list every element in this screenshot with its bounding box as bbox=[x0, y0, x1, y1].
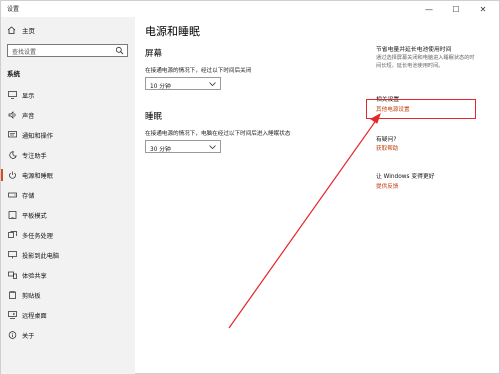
window-title: 设置 bbox=[7, 6, 20, 13]
sidebar-item-display[interactable]: 显示 bbox=[1, 85, 135, 105]
highlight-box bbox=[366, 99, 476, 119]
get-help-link[interactable]: 获取帮助 bbox=[376, 144, 398, 152]
sidebar-nav: 显示 声音 通知和操作 专注助手 电源和睡眠 存储 平板模式 多任务处理 投影到… bbox=[1, 85, 135, 345]
screen-timeout-value: 10 分钟 bbox=[150, 83, 171, 90]
sidebar-item-shared-experiences[interactable]: 体验共享 bbox=[1, 265, 135, 285]
close-button[interactable]: ✕ bbox=[471, 1, 495, 17]
sidebar-item-remote-desktop[interactable]: 远程桌面 bbox=[1, 305, 135, 325]
close-icon: ✕ bbox=[479, 4, 487, 14]
give-feedback-link[interactable]: 提供反馈 bbox=[376, 182, 398, 190]
tablet-icon bbox=[8, 211, 17, 219]
sidebar-item-label: 通知和操作 bbox=[22, 133, 53, 140]
sidebar-item-label: 投影到此电脑 bbox=[22, 253, 60, 260]
clipboard-icon bbox=[9, 291, 16, 299]
moon-icon bbox=[9, 151, 17, 159]
sidebar-item-tablet-mode[interactable]: 平板模式 bbox=[1, 205, 135, 225]
sidebar-item-label: 声音 bbox=[22, 113, 35, 120]
monitor-icon bbox=[8, 91, 17, 99]
sleep-section-heading: 睡眠 bbox=[145, 112, 163, 122]
screen-section-heading: 屏幕 bbox=[145, 49, 163, 59]
remote-icon bbox=[8, 311, 17, 319]
home-icon bbox=[7, 26, 16, 34]
project-icon bbox=[8, 251, 17, 259]
chevron-down-icon bbox=[209, 82, 216, 87]
sidebar-item-label: 专注助手 bbox=[22, 153, 47, 160]
speaker-icon bbox=[8, 111, 16, 119]
feedback-title: 让 Windows 变得更好 bbox=[376, 174, 435, 180]
search-icon[interactable] bbox=[115, 46, 124, 55]
help-title: 有疑问? bbox=[376, 137, 397, 143]
storage-icon bbox=[8, 192, 17, 198]
sidebar-item-label: 体验共享 bbox=[22, 273, 47, 280]
sidebar-item-multitasking[interactable]: 多任务处理 bbox=[1, 225, 135, 245]
sidebar-item-sound[interactable]: 声音 bbox=[1, 105, 135, 125]
settings-window: 设置 — ☐ ✕ 主页 查找设置 系统 显示 声音 通知和操作 专注助手 电源和… bbox=[0, 0, 500, 374]
page-title: 电源和睡眠 bbox=[145, 25, 200, 38]
right-pane: 节省电量并延长电池使用时间 通过选择屏幕关闭和电脑进入睡眠状态的时间长短，延长电… bbox=[376, 17, 496, 374]
minimize-icon: — bbox=[425, 4, 433, 14]
sidebar-item-label: 存储 bbox=[22, 193, 35, 200]
notification-icon bbox=[8, 131, 17, 138]
screen-timeout-dropdown[interactable]: 10 分钟 bbox=[145, 77, 221, 90]
title-bar: 设置 — ☐ ✕ bbox=[1, 1, 500, 17]
info-icon bbox=[8, 331, 17, 339]
sidebar-item-label: 多任务处理 bbox=[22, 233, 53, 240]
sidebar-item-project[interactable]: 投影到此电脑 bbox=[1, 245, 135, 265]
battery-tip-title: 节省电量并延长电池使用时间 bbox=[376, 47, 452, 53]
maximize-icon: ☐ bbox=[452, 4, 460, 14]
sidebar-item-notifications[interactable]: 通知和操作 bbox=[1, 125, 135, 145]
sidebar: 主页 查找设置 系统 显示 声音 通知和操作 专注助手 电源和睡眠 存储 平板模… bbox=[1, 17, 135, 374]
search-placeholder: 查找设置 bbox=[12, 49, 37, 56]
sidebar-item-label: 远程桌面 bbox=[22, 313, 47, 320]
maximize-button[interactable]: ☐ bbox=[444, 1, 468, 17]
sidebar-item-power-sleep[interactable]: 电源和睡眠 bbox=[1, 165, 135, 185]
sidebar-item-label: 平板模式 bbox=[22, 213, 47, 220]
sidebar-item-label: 显示 bbox=[22, 93, 35, 100]
search-input[interactable]: 查找设置 bbox=[7, 44, 128, 57]
battery-tip-text: 通过选择屏幕关闭和电脑进入睡眠状态的时间长短，延长电池使用时间。 bbox=[376, 55, 475, 69]
screen-timeout-description: 在接通电源的情况下，经过以下时间后关闭 bbox=[145, 68, 252, 74]
section-label: 系统 bbox=[7, 70, 20, 78]
sidebar-item-label: 关于 bbox=[22, 333, 35, 340]
sidebar-item-about[interactable]: 关于 bbox=[1, 325, 135, 345]
sleep-timeout-value: 30 分钟 bbox=[150, 146, 171, 153]
sidebar-item-label: 剪贴板 bbox=[22, 293, 41, 300]
home-nav-item[interactable]: 主页 bbox=[7, 25, 35, 35]
chevron-down-icon bbox=[209, 145, 216, 150]
share-icon bbox=[8, 271, 17, 279]
sleep-timeout-description: 在接通电源的情况下，电脑在经过以下时间后进入睡眠状态 bbox=[145, 131, 291, 137]
power-icon bbox=[9, 171, 16, 179]
sidebar-item-storage[interactable]: 存储 bbox=[1, 185, 135, 205]
sidebar-item-clipboard[interactable]: 剪贴板 bbox=[1, 285, 135, 305]
sidebar-item-label: 电源和睡眠 bbox=[22, 173, 53, 180]
minimize-button[interactable]: — bbox=[417, 1, 441, 17]
multitask-icon bbox=[8, 231, 17, 238]
home-label: 主页 bbox=[22, 27, 35, 35]
sleep-timeout-dropdown[interactable]: 30 分钟 bbox=[145, 140, 221, 153]
sidebar-item-focus-assist[interactable]: 专注助手 bbox=[1, 145, 135, 165]
